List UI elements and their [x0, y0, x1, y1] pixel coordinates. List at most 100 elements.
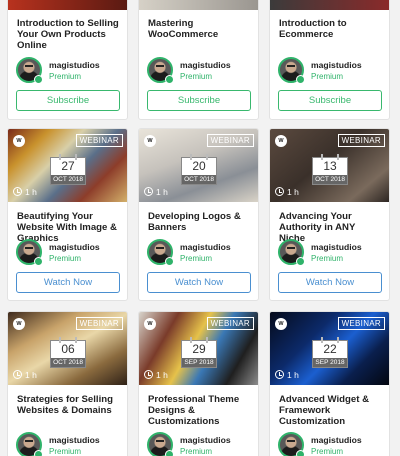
webinar-tag: WEBINAR [337, 134, 385, 147]
webinar-tag: WEBINAR [206, 317, 254, 330]
author: magistudios Premium [147, 239, 257, 266]
author-tier: Premium [180, 254, 213, 263]
webinar-tag: WEBINAR [75, 317, 123, 330]
duration: 1 h [275, 187, 299, 198]
course-thumbnail[interactable] [270, 0, 389, 10]
author-tier: Premium [311, 72, 344, 81]
webinar-tag: WEBINAR [206, 134, 254, 147]
duration: 1 h [13, 370, 37, 381]
course-title[interactable]: Strategies for Selling Websites & Domain… [17, 394, 121, 416]
webinar-card[interactable]: W WEBINAR 20 OCT 2018 1 h Developing Log… [138, 128, 259, 301]
duration: 1 h [13, 187, 37, 198]
author: magistudios Premium [147, 57, 257, 84]
brand-logo: W [275, 135, 287, 147]
author-name: magistudios [311, 435, 362, 445]
author: magistudios Premium [16, 432, 126, 456]
webinar-thumbnail[interactable]: W WEBINAR 13 OCT 2018 1 h [270, 129, 389, 202]
course-thumbnail[interactable] [8, 0, 127, 10]
author-name: magistudios [180, 242, 231, 252]
course-card[interactable]: Introduction to Ecommerce magistudios Pr… [269, 0, 390, 120]
webinar-card[interactable]: W WEBINAR 29 SEP 2018 1 h Professional T… [138, 311, 259, 456]
clock-icon [13, 370, 22, 379]
author-tier: Premium [311, 254, 344, 263]
date-day: 20 [192, 159, 206, 173]
brand-logo: W [13, 318, 25, 330]
course-title[interactable]: Advanced Widget & Framework Customizatio… [279, 394, 383, 427]
webinar-thumbnail[interactable]: W WEBINAR 22 SEP 2018 1 h [270, 312, 389, 385]
clock-icon [13, 187, 22, 196]
webinar-tag: WEBINAR [75, 134, 123, 147]
date-month: OCT 2018 [313, 175, 347, 184]
author-tier: Premium [49, 447, 82, 456]
author-name: magistudios [311, 60, 362, 70]
calendar-icon: 22 SEP 2018 [312, 337, 348, 368]
calendar-icon: 06 OCT 2018 [50, 337, 86, 368]
course-grid: Introduction to Selling Your Own Product… [0, 0, 400, 456]
duration-label: 1 h [25, 187, 37, 197]
date-day: 29 [192, 342, 206, 356]
premium-badge-icon [296, 257, 305, 266]
watch-now-button[interactable]: Watch Now [278, 272, 382, 293]
author: magistudios Premium [147, 432, 257, 456]
webinar-card[interactable]: W WEBINAR 13 OCT 2018 1 h Advancing Your… [269, 128, 390, 301]
date-day: 13 [323, 159, 337, 173]
clock-icon [275, 370, 284, 379]
course-title[interactable]: Introduction to Selling Your Own Product… [17, 18, 121, 51]
webinar-tag: WEBINAR [337, 317, 385, 330]
duration: 1 h [144, 370, 168, 381]
course-card[interactable]: Introduction to Selling Your Own Product… [7, 0, 128, 120]
brand-logo: W [275, 318, 287, 330]
brand-logo: W [13, 135, 25, 147]
author-name: magistudios [49, 60, 100, 70]
author-name: magistudios [180, 60, 231, 70]
author-tier: Premium [180, 72, 213, 81]
duration-label: 1 h [287, 370, 299, 380]
duration: 1 h [275, 370, 299, 381]
premium-badge-icon [165, 75, 174, 84]
brand-logo: W [144, 318, 156, 330]
webinar-card[interactable]: W WEBINAR 27 OCT 2018 1 h Beautifying Yo… [7, 128, 128, 301]
author: magistudios Premium [278, 239, 388, 266]
course-title[interactable]: Professional Theme Designs & Customizati… [148, 394, 252, 427]
premium-badge-icon [165, 450, 174, 456]
date-day: 27 [61, 159, 75, 173]
clock-icon [144, 187, 153, 196]
author-tier: Premium [49, 254, 82, 263]
watch-now-button[interactable]: Watch Now [16, 272, 120, 293]
author: magistudios Premium [16, 239, 126, 266]
author-name: magistudios [49, 435, 100, 445]
webinar-thumbnail[interactable]: W WEBINAR 20 OCT 2018 1 h [139, 129, 258, 202]
subscribe-button[interactable]: Subscribe [16, 90, 120, 111]
webinar-thumbnail[interactable]: W WEBINAR 06 OCT 2018 1 h [8, 312, 127, 385]
course-card[interactable]: Mastering WooCommerce magistudios Premiu… [138, 0, 259, 120]
date-day: 06 [61, 342, 75, 356]
course-title[interactable]: Developing Logos & Banners [148, 211, 252, 233]
webinar-card[interactable]: W WEBINAR 06 OCT 2018 1 h Strategies for… [7, 311, 128, 456]
clock-icon [275, 187, 284, 196]
webinar-thumbnail[interactable]: W WEBINAR 27 OCT 2018 1 h [8, 129, 127, 202]
date-month: OCT 2018 [51, 358, 85, 367]
calendar-icon: 20 OCT 2018 [181, 154, 217, 185]
date-day: 22 [323, 342, 337, 356]
duration: 1 h [144, 187, 168, 198]
author-tier: Premium [49, 72, 82, 81]
brand-logo: W [144, 135, 156, 147]
premium-badge-icon [296, 450, 305, 456]
course-thumbnail[interactable] [139, 0, 258, 10]
watch-now-button[interactable]: Watch Now [147, 272, 251, 293]
webinar-card[interactable]: W WEBINAR 22 SEP 2018 1 h Advanced Widge… [269, 311, 390, 456]
date-month: OCT 2018 [51, 175, 85, 184]
course-title[interactable]: Mastering WooCommerce [148, 18, 252, 40]
subscribe-button[interactable]: Subscribe [147, 90, 251, 111]
calendar-icon: 27 OCT 2018 [50, 154, 86, 185]
course-title[interactable]: Introduction to Ecommerce [279, 18, 383, 40]
author-tier: Premium [311, 447, 344, 456]
duration-label: 1 h [25, 370, 37, 380]
premium-badge-icon [165, 257, 174, 266]
premium-badge-icon [296, 75, 305, 84]
premium-badge-icon [34, 257, 43, 266]
duration-label: 1 h [156, 370, 168, 380]
author-name: magistudios [311, 242, 362, 252]
subscribe-button[interactable]: Subscribe [278, 90, 382, 111]
webinar-thumbnail[interactable]: W WEBINAR 29 SEP 2018 1 h [139, 312, 258, 385]
